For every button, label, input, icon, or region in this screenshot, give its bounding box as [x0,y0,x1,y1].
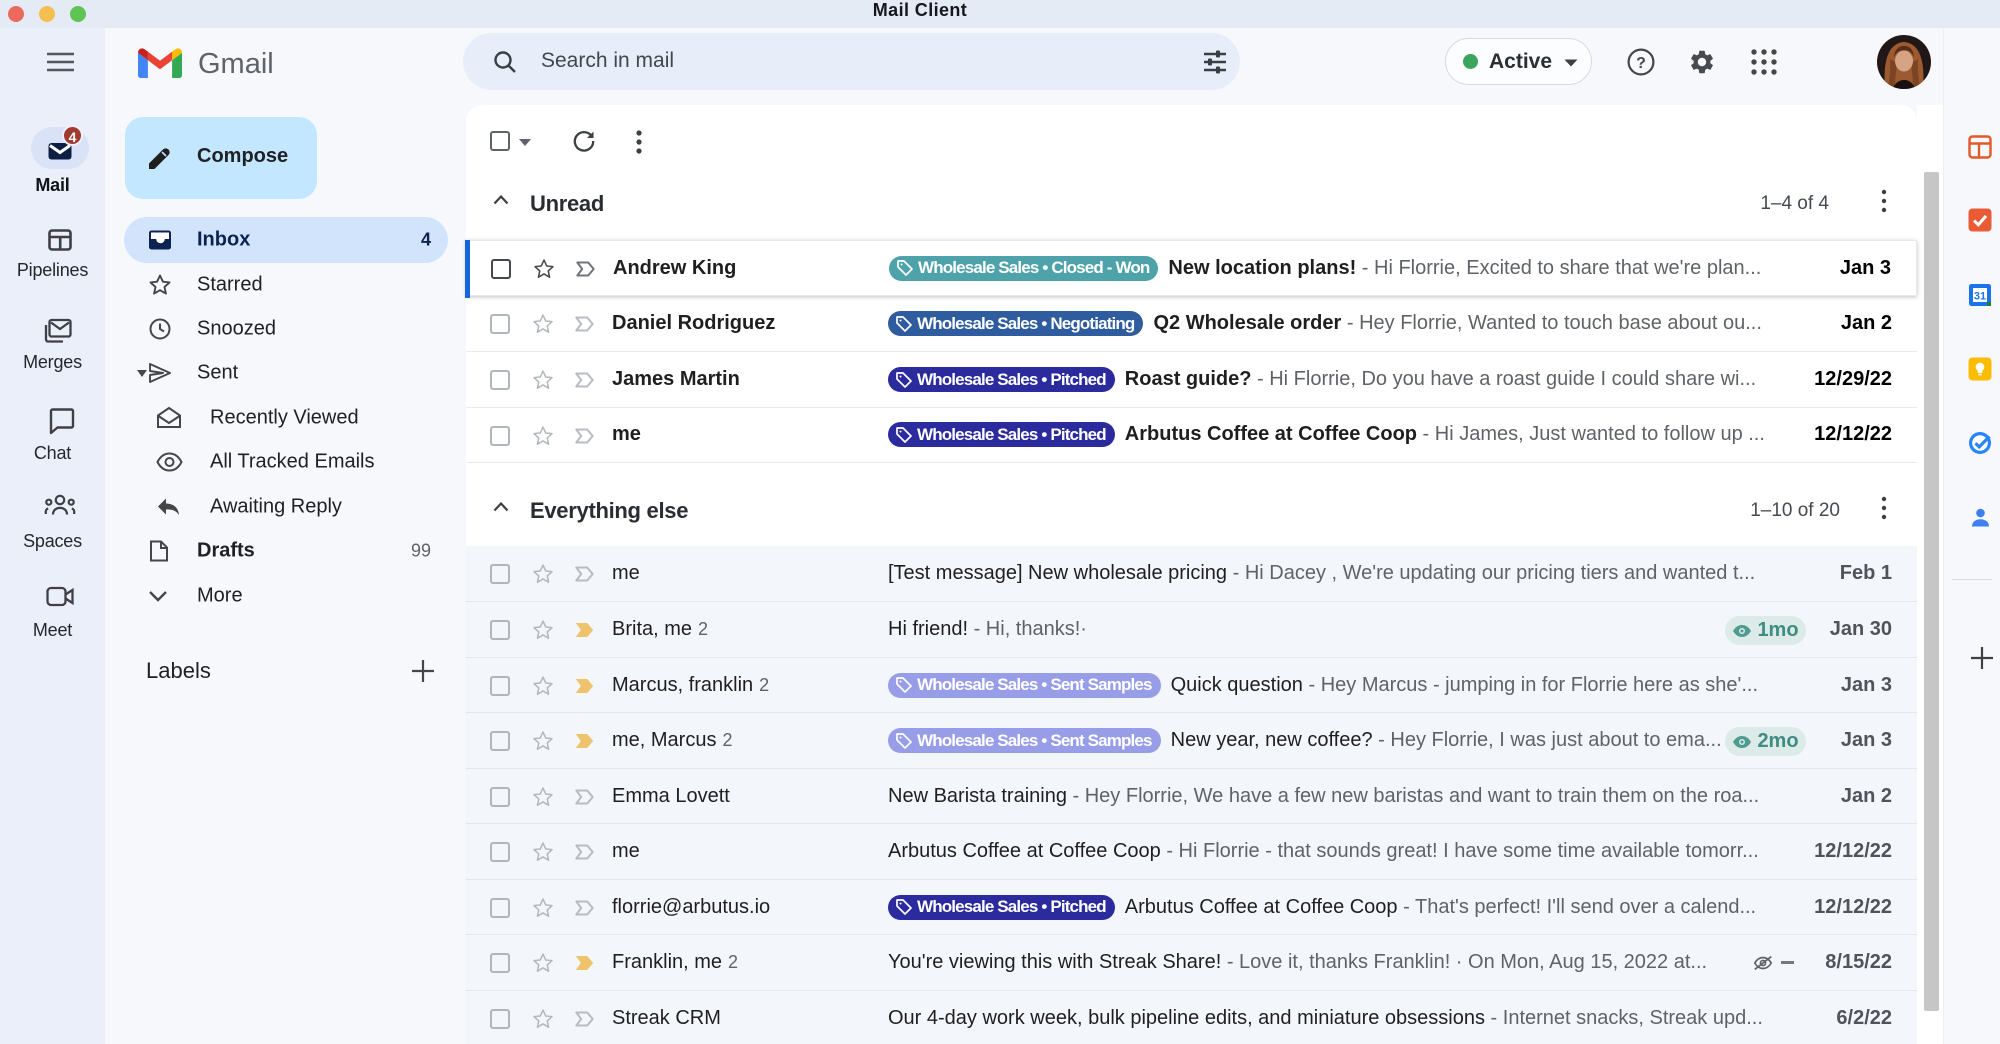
svg-text:31: 31 [1974,291,1986,303]
svg-text:?: ? [1636,55,1646,72]
